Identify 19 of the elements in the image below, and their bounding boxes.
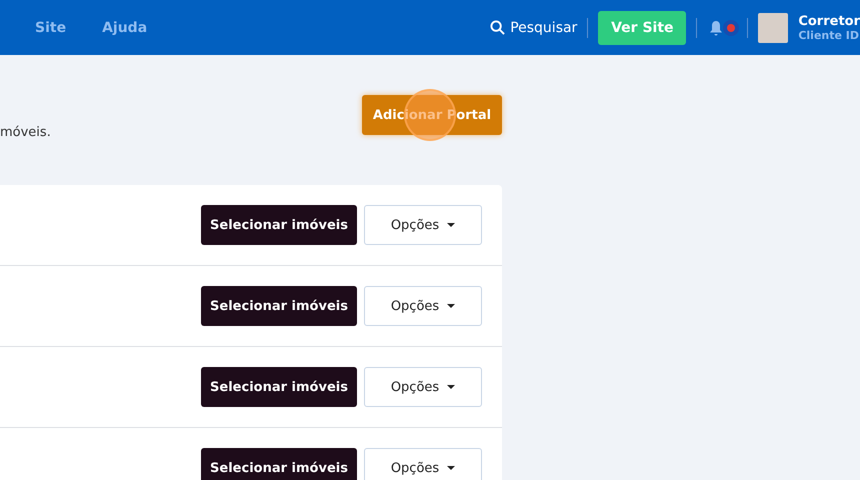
caret-icon: [447, 385, 456, 389]
select-properties-button[interactable]: Selecionar imóveis: [201, 286, 357, 326]
select-properties-button[interactable]: Selecionar imóveis: [201, 367, 357, 407]
bell-icon[interactable]: [709, 20, 724, 36]
caret-icon: [447, 223, 456, 227]
caret-icon: [447, 466, 456, 470]
select-properties-button[interactable]: Selecionar imóveis: [201, 448, 357, 480]
options-dropdown-button[interactable]: Opções: [364, 448, 482, 480]
options-dropdown-button[interactable]: Opções: [364, 367, 482, 407]
user-name: Corretor: [798, 14, 860, 28]
user-subtitle: Cliente ID: [798, 28, 860, 42]
search-button[interactable]: Pesquisar: [490, 20, 578, 36]
caret-icon: [447, 304, 456, 308]
search-icon: [490, 20, 506, 35]
avatar-placeholder[interactable]: [758, 12, 788, 42]
select-properties-button[interactable]: Selecionar imóveis: [201, 205, 357, 245]
intro-text: móveis.: [0, 124, 51, 140]
options-dropdown-button[interactable]: Opções: [364, 205, 482, 245]
options-dropdown-button[interactable]: Opções: [364, 286, 482, 326]
